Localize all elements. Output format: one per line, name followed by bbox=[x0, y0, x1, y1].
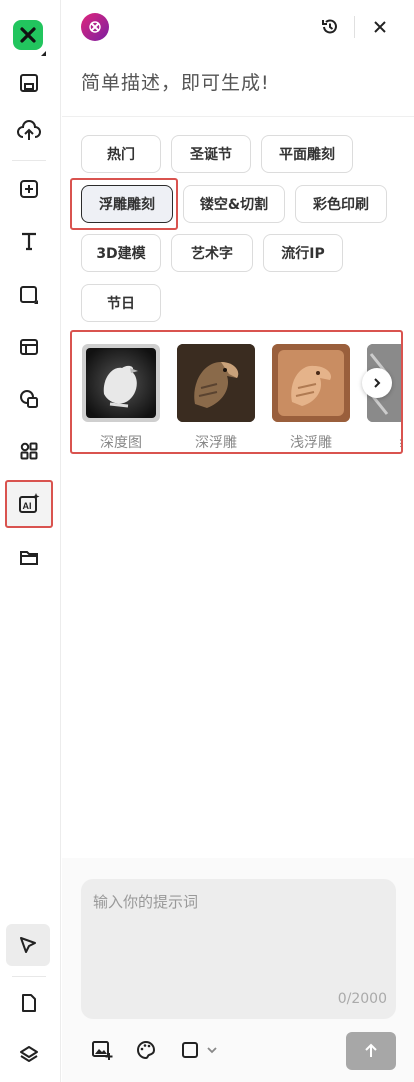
send-button[interactable] bbox=[346, 1032, 396, 1070]
chip-3d-modeling[interactable]: 3D建模 bbox=[81, 234, 161, 272]
svg-text:AI: AI bbox=[23, 501, 32, 511]
char-counter: 0/2000 bbox=[337, 991, 387, 1007]
cloud-upload-icon bbox=[17, 120, 41, 140]
select-tool-button[interactable] bbox=[6, 924, 50, 966]
layout-button[interactable] bbox=[10, 328, 48, 366]
history-icon bbox=[322, 19, 337, 34]
chip-popular-ip[interactable]: 流行IP bbox=[263, 234, 343, 272]
color-palette-button[interactable] bbox=[134, 1038, 158, 1062]
text-icon bbox=[22, 232, 36, 251]
brand-icon bbox=[89, 21, 101, 33]
chip-holiday[interactable]: 节日 bbox=[81, 284, 161, 322]
add-button[interactable] bbox=[10, 170, 48, 208]
chip-hollow-cutting[interactable]: 镂空&切割 bbox=[183, 185, 285, 223]
rail-divider bbox=[12, 160, 46, 161]
gallery-next-button[interactable] bbox=[362, 368, 392, 398]
panel-title: 简单描述，即可生成! bbox=[81, 72, 270, 94]
arrow-up-icon bbox=[365, 1043, 377, 1057]
brand-logo bbox=[81, 13, 109, 41]
chip-hot[interactable]: 热门 bbox=[81, 135, 161, 173]
logo-dropdown-icon[interactable] bbox=[41, 46, 46, 56]
folder-button[interactable] bbox=[10, 538, 48, 576]
square-dropdown-icon bbox=[182, 1042, 217, 1058]
style-gallery: 深度图 深浮雕 浅浮雕 纟 bbox=[70, 330, 403, 454]
close-button[interactable] bbox=[368, 15, 392, 39]
header-divider bbox=[354, 16, 355, 38]
image-add-icon bbox=[92, 1041, 113, 1060]
elements-button[interactable] bbox=[10, 432, 48, 470]
style-thumb-shallow-relief[interactable] bbox=[272, 344, 350, 422]
text-tool-button[interactable] bbox=[10, 222, 48, 260]
chevron-right-icon bbox=[374, 378, 381, 388]
chip-flat-engraving[interactable]: 平面雕刻 bbox=[261, 135, 353, 173]
shape-icon bbox=[20, 286, 38, 304]
ai-generate-button[interactable]: AI bbox=[5, 480, 53, 528]
style-thumb-depth-map[interactable] bbox=[82, 344, 160, 422]
layout-icon bbox=[20, 339, 38, 355]
depth-map-image bbox=[86, 348, 156, 418]
style-label-partial: 纟 bbox=[366, 432, 401, 452]
layers-button[interactable] bbox=[10, 1036, 48, 1074]
document-icon bbox=[22, 994, 36, 1012]
style-thumb-deep-relief[interactable] bbox=[177, 344, 255, 422]
grid-apps-icon bbox=[20, 442, 38, 460]
aspect-ratio-select[interactable] bbox=[180, 1038, 224, 1062]
app-logo[interactable] bbox=[13, 20, 43, 50]
save-icon bbox=[20, 74, 38, 92]
folder-icon bbox=[20, 551, 38, 565]
rail-divider bbox=[12, 976, 46, 977]
cursor-icon bbox=[20, 937, 36, 953]
title-divider bbox=[62, 116, 414, 117]
plus-square-icon bbox=[20, 180, 38, 198]
chip-christmas[interactable]: 圣诞节 bbox=[171, 135, 251, 173]
overlap-shapes-icon bbox=[20, 390, 38, 408]
deep-relief-image bbox=[177, 344, 255, 422]
style-label-shallow-relief: 浅浮雕 bbox=[290, 435, 332, 451]
layers-icon bbox=[20, 1046, 38, 1062]
upload-button[interactable] bbox=[10, 112, 48, 150]
close-icon bbox=[374, 21, 386, 33]
style-label-deep-relief: 深浮雕 bbox=[195, 435, 237, 451]
prompt-area: 0/2000 bbox=[62, 858, 414, 1082]
left-toolbar: AI bbox=[0, 0, 61, 1082]
history-button[interactable] bbox=[318, 15, 342, 39]
shallow-relief-image bbox=[272, 344, 350, 422]
chip-relief-carving[interactable]: 浮雕雕刻 bbox=[81, 185, 173, 223]
x-logo-icon bbox=[20, 27, 36, 43]
image-upload-button[interactable] bbox=[90, 1038, 114, 1062]
save-button[interactable] bbox=[10, 64, 48, 102]
chip-art-text[interactable]: 艺术字 bbox=[171, 234, 253, 272]
panel-header bbox=[62, 0, 414, 56]
palette-icon bbox=[137, 1040, 156, 1060]
style-label-depth-map: 深度图 bbox=[100, 435, 142, 451]
page-button[interactable] bbox=[10, 984, 48, 1022]
shape-tool-button[interactable] bbox=[10, 276, 48, 314]
ai-icon: AI bbox=[19, 493, 40, 513]
chip-color-print[interactable]: 彩色印刷 bbox=[295, 185, 387, 223]
copy-shapes-button[interactable] bbox=[10, 380, 48, 418]
